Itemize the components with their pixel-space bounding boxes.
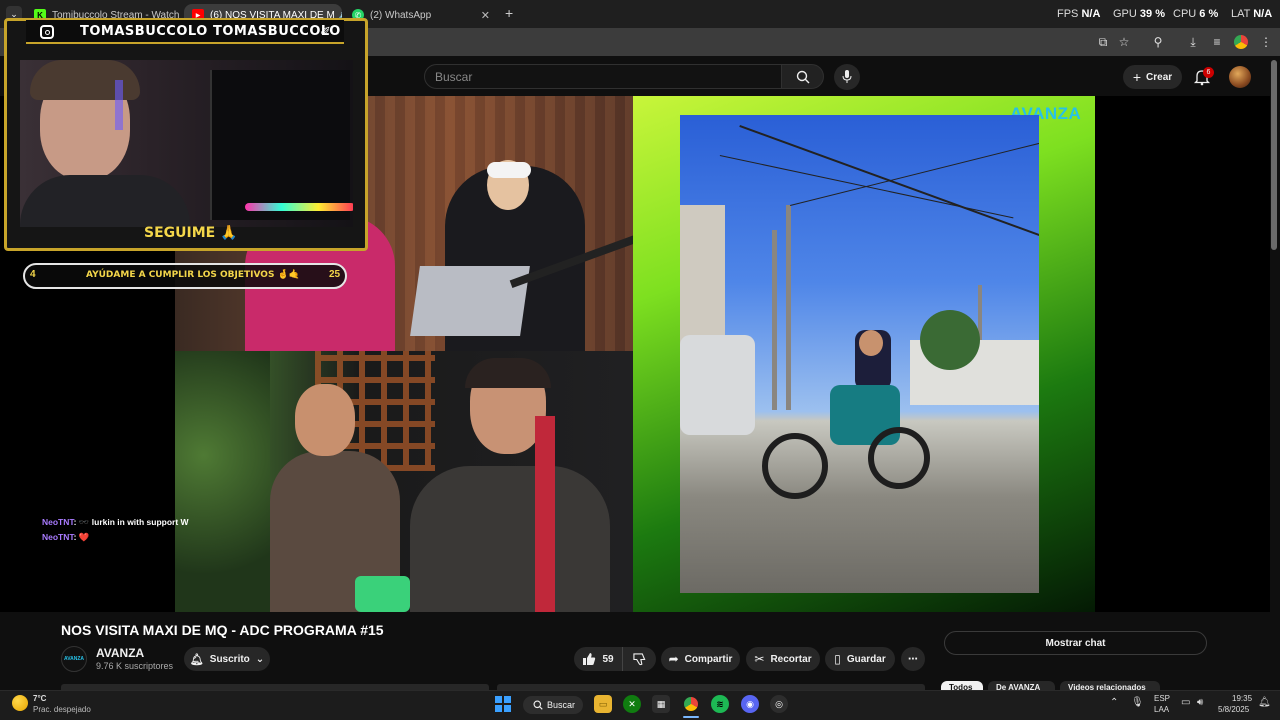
browser-menu-icon[interactable]: ⋮ xyxy=(1258,34,1274,50)
obs-studio-icon[interactable]: ◎ xyxy=(770,695,788,713)
like-button[interactable]: 59 xyxy=(574,647,622,671)
clock-date[interactable]: 5/8/2025 xyxy=(1218,705,1249,714)
goal-text: AYÚDAME A CUMPLIR LOS OBJETIVOS 🤞🤙 xyxy=(86,270,300,280)
media-controls-icon[interactable]: ≡ xyxy=(1209,34,1225,50)
chat-message: NeoTNT: ❤️ xyxy=(42,532,90,542)
search-icon xyxy=(533,700,543,710)
chat-message: NeoTNT: 🕶️ lurkin in with support W xyxy=(42,517,189,527)
new-tab-button[interactable]: + xyxy=(505,5,513,21)
discord-icon[interactable]: ◉ xyxy=(741,695,759,713)
share-button[interactable]: ➦ Compartir xyxy=(661,647,740,671)
spotify-icon[interactable]: ≋ xyxy=(711,695,729,713)
show-hidden-icons-chevron-icon[interactable]: ⌃ xyxy=(1110,697,1118,708)
taskbar-search[interactable]: Buscar xyxy=(523,696,583,714)
bookmark-icon: ▯ xyxy=(834,652,841,666)
weather-temperature[interactable]: 7°C xyxy=(33,694,46,703)
chevron-down-icon: ⌄ xyxy=(255,653,265,665)
cast-icon[interactable]: ⧉ xyxy=(1095,34,1111,50)
search-input[interactable]: Buscar xyxy=(424,64,782,89)
dislike-button[interactable] xyxy=(622,647,656,671)
weather-description[interactable]: Prac. despejado xyxy=(33,705,91,714)
profile-avatar-icon[interactable] xyxy=(1234,35,1248,49)
notifications-count-badge: 6 xyxy=(1203,67,1214,78)
clip-button[interactable]: ✂ Recortar xyxy=(746,647,820,671)
extensions-icon[interactable]: ⚲ xyxy=(1150,34,1166,50)
download-icon[interactable]: ⤓ xyxy=(1185,34,1201,50)
motorcycle-photo xyxy=(680,115,1039,593)
instagram-icon xyxy=(40,25,54,39)
volume-icon[interactable]: 🔊︎ xyxy=(1197,697,1203,708)
thumbs-down-icon xyxy=(633,652,646,665)
close-tab-icon[interactable]: ✕ xyxy=(475,9,490,22)
more-horizontal-icon: ⋯ xyxy=(908,653,918,665)
save-button[interactable]: ▯ Guardar xyxy=(825,647,895,671)
microphone-tray-icon[interactable]: 🎙︎ xyxy=(1131,697,1144,708)
weather-sun-icon[interactable] xyxy=(12,695,28,711)
video-title: NOS VISITA MAXI DE MQ - ADC PROGRAMA #15 xyxy=(61,622,384,638)
latency-readout: LAT N/A xyxy=(1231,8,1273,20)
clock-time[interactable]: 19:35 xyxy=(1232,694,1252,703)
notification-center-icon[interactable]: 🔔︎ xyxy=(1258,697,1271,708)
goal-target: 25 xyxy=(329,269,341,280)
windows-start-icon[interactable] xyxy=(495,696,511,712)
voice-search-button[interactable] xyxy=(834,64,860,90)
share-arrow-icon: ➦ xyxy=(668,652,679,666)
bookmark-star-icon[interactable]: ☆ xyxy=(1116,34,1132,50)
bell-icon: 🔔︎ xyxy=(189,653,204,666)
keyboard-language[interactable]: ESP xyxy=(1154,694,1170,703)
scissors-icon: ✂ xyxy=(754,652,765,666)
microphone-icon xyxy=(842,70,852,83)
more-actions-button[interactable]: ⋯ xyxy=(901,647,925,671)
chrome-icon[interactable] xyxy=(682,695,700,713)
page-scrollbar[interactable] xyxy=(1271,60,1277,250)
streamer-webcam xyxy=(20,60,353,227)
create-button[interactable]: + Crear xyxy=(1123,65,1182,89)
goal-current: 4 xyxy=(30,269,36,280)
search-icon xyxy=(796,70,809,83)
instagram-handle: TOMASBUCCOLO xyxy=(80,24,208,39)
follow-prompt: SEGUIME 🙏 xyxy=(144,225,238,241)
thumbs-up-icon xyxy=(583,653,596,665)
show-chat-button[interactable]: Mostrar chat xyxy=(944,631,1207,655)
keyboard-layout[interactable]: LAA xyxy=(1154,705,1169,714)
network-icon[interactable]: ▭ xyxy=(1181,697,1190,708)
subscribe-button[interactable]: 🔔︎ Suscrito ⌄ xyxy=(184,647,270,671)
channel-subscriber-count: 9.76 K suscriptores xyxy=(96,661,174,671)
channel-name[interactable]: AVANZA xyxy=(96,646,144,660)
twitter-bird-icon: ✐ xyxy=(320,24,331,39)
cpu-readout: CPU 6 % xyxy=(1173,8,1219,20)
account-avatar[interactable] xyxy=(1229,66,1251,88)
fps-readout: FPS N/A xyxy=(1057,8,1101,20)
channel-avatar[interactable]: AVANZA xyxy=(61,646,87,672)
xbox-icon[interactable]: ✕ xyxy=(623,695,641,713)
file-explorer-icon[interactable]: ▭ xyxy=(594,695,612,713)
search-button[interactable] xyxy=(781,64,824,89)
active-app-indicator xyxy=(683,716,699,718)
microsoft-store-icon[interactable]: ▦ xyxy=(652,695,670,713)
plus-icon: + xyxy=(1132,69,1142,85)
gpu-readout: GPU 39 % xyxy=(1113,8,1165,20)
